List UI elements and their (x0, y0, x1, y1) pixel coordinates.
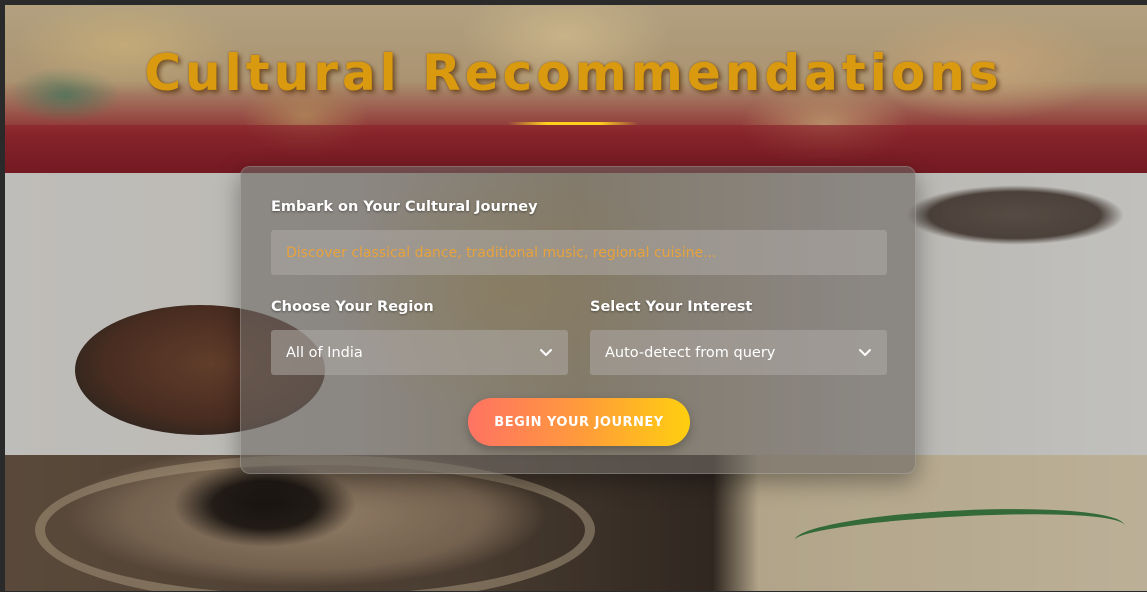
region-label: Choose Your Region (271, 299, 434, 315)
journey-search-input[interactable] (271, 230, 887, 275)
interest-select-value: Auto-detect from query (605, 344, 776, 361)
page-title: Cultural Recommendations (144, 44, 1003, 102)
begin-journey-button[interactable]: BEGIN YOUR JOURNEY (468, 398, 690, 446)
journey-search-label: Embark on Your Cultural Journey (271, 199, 538, 215)
chevron-down-icon (859, 348, 871, 356)
region-select[interactable]: All of India (271, 330, 568, 375)
region-select-value: All of India (286, 344, 363, 361)
journey-form-card: Embark on Your Cultural Journey Choose Y… (240, 166, 916, 474)
interest-label: Select Your Interest (590, 299, 753, 315)
chevron-down-icon (540, 348, 552, 356)
interest-select[interactable]: Auto-detect from query (590, 330, 887, 375)
title-underline-divider (508, 122, 638, 125)
